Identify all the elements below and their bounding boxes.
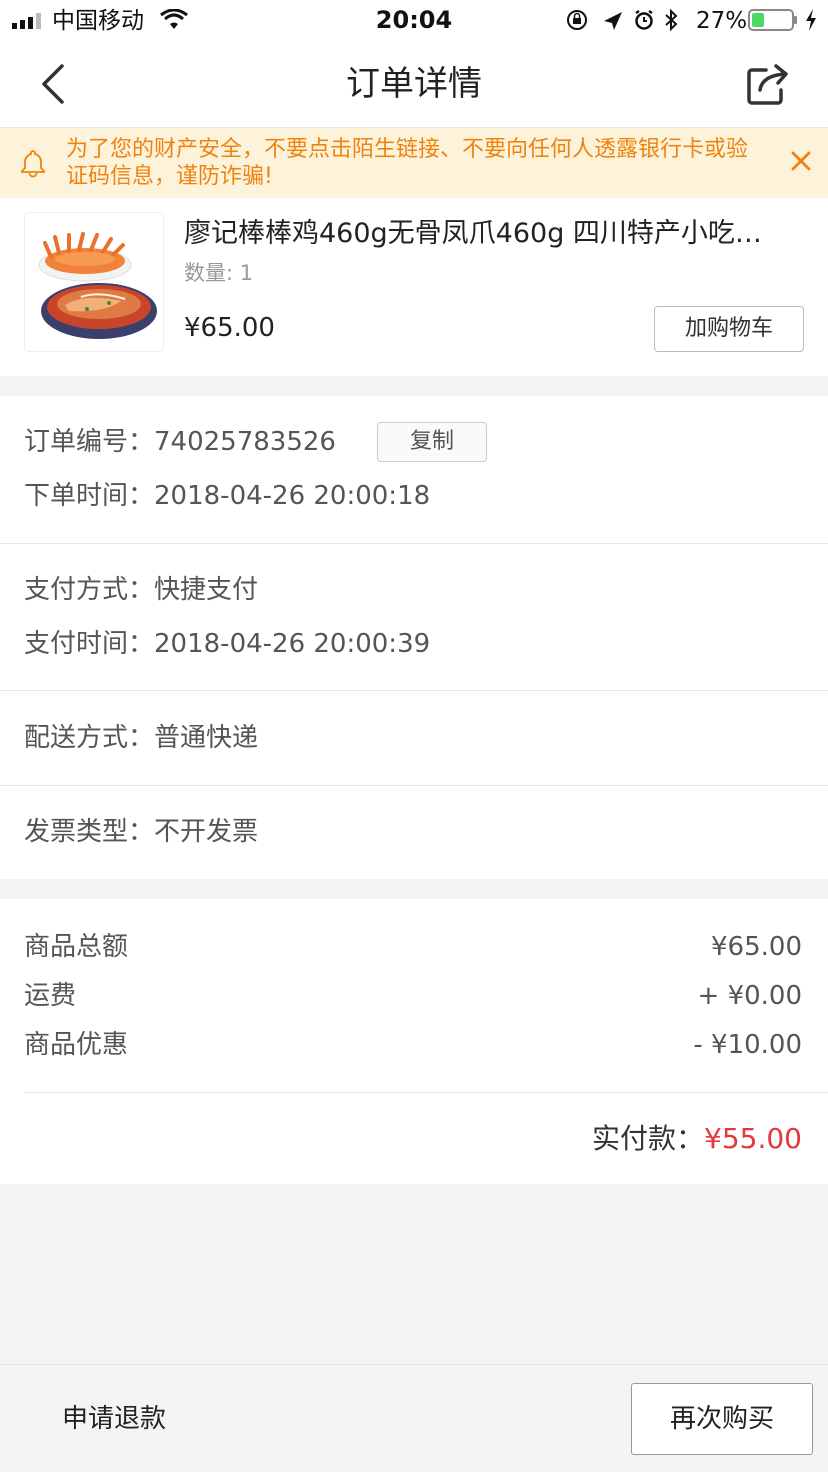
order-time-row: 下单时间：2018-04-26 20:00:18 <box>24 476 430 516</box>
payment-time-value: 2018-04-26 20:00:39 <box>154 629 431 659</box>
page-title: 订单详情 <box>346 64 482 104</box>
invoice-section: 发票类型：不开发票 <box>0 786 828 879</box>
product-price: ¥65.00 <box>184 313 275 343</box>
order-time-label: 下单时间： <box>24 481 155 511</box>
security-notice: 为了您的财产安全，不要点击陌生链接、不要向任何人透露银行卡或验证码信息，谨防诈骗… <box>0 128 828 198</box>
copy-button[interactable]: 复制 <box>377 422 487 462</box>
product-card[interactable]: 廖记棒棒鸡460g无骨凤爪460g 四川特产小吃… 数量: 1 ¥65.00 加… <box>0 198 828 376</box>
payment-method-value: 快捷支付 <box>154 575 259 605</box>
order-number-value: 74025783526 <box>154 427 336 457</box>
invoice-value: 不开发票 <box>154 817 259 847</box>
shipping-label: 运费 <box>24 981 77 1011</box>
subtotal-value: ¥65.00 <box>711 932 802 962</box>
rotation-lock-icon <box>567 10 587 30</box>
order-number-row: 订单编号：74025783526 <box>24 422 336 462</box>
add-to-cart-button[interactable]: 加购物车 <box>654 306 804 352</box>
notice-text: 为了您的财产安全，不要点击陌生链接、不要向任何人透露银行卡或验证码信息，谨防诈骗… <box>66 137 749 189</box>
refund-button[interactable]: 申请退款 <box>62 1399 166 1439</box>
share-icon[interactable] <box>744 62 792 108</box>
alarm-icon <box>635 9 653 30</box>
order-info-section: 订单编号：74025783526 复制 下单时间：2018-04-26 20:0… <box>0 396 828 544</box>
delivery-section: 配送方式：普通快递 <box>0 691 828 785</box>
bell-icon <box>21 150 45 178</box>
shipping-value: + ¥0.00 <box>697 981 802 1011</box>
price-summary-section: 商品总额 ¥65.00 运费 + ¥0.00 商品优惠 - ¥10.00 实付款… <box>0 899 828 1184</box>
payment-method-label: 支付方式： <box>24 575 155 605</box>
bottom-action-bar: 申请退款 再次购买 <box>0 1364 828 1472</box>
payment-time-row: 支付时间：2018-04-26 20:00:39 <box>24 624 430 664</box>
buy-again-button[interactable]: 再次购买 <box>631 1383 813 1455</box>
payment-time-label: 支付时间： <box>24 629 155 659</box>
nav-bar: 订单详情 <box>0 42 828 128</box>
product-name[interactable]: 廖记棒棒鸡460g无骨凤爪460g 四川特产小吃… <box>184 214 794 254</box>
product-quantity: 数量: 1 <box>184 261 254 285</box>
bluetooth-icon <box>665 9 678 31</box>
delivery-row: 配送方式：普通快递 <box>24 718 258 758</box>
discount-value: - ¥10.00 <box>693 1030 802 1060</box>
divider <box>24 1092 828 1093</box>
delivery-value: 普通快递 <box>154 723 259 753</box>
battery-icon <box>748 9 797 31</box>
food-image-icon <box>38 232 157 339</box>
payment-section: 支付方式：快捷支付 支付时间：2018-04-26 20:00:39 <box>0 544 828 691</box>
subtotal-label: 商品总额 <box>24 932 129 962</box>
product-image[interactable] <box>24 212 164 352</box>
battery-percent: 27% <box>696 8 748 34</box>
total-label: 实付款： <box>592 1122 705 1155</box>
payment-method-row: 支付方式：快捷支付 <box>24 570 258 610</box>
status-bar: 中国移动 20:04 27% <box>0 0 828 42</box>
total-paid: 实付款：¥55.00 <box>592 1117 802 1161</box>
delivery-label: 配送方式： <box>24 723 155 753</box>
location-icon <box>604 12 622 30</box>
charging-icon <box>806 9 816 31</box>
invoice-label: 发票类型： <box>24 817 155 847</box>
discount-label: 商品优惠 <box>24 1030 129 1060</box>
invoice-row: 发票类型：不开发票 <box>24 812 258 852</box>
total-value: ¥55.00 <box>704 1122 802 1155</box>
order-number-label: 订单编号： <box>24 427 155 457</box>
status-icons <box>567 9 678 31</box>
order-time-value: 2018-04-26 20:00:18 <box>154 481 431 511</box>
close-icon[interactable] <box>788 148 814 174</box>
